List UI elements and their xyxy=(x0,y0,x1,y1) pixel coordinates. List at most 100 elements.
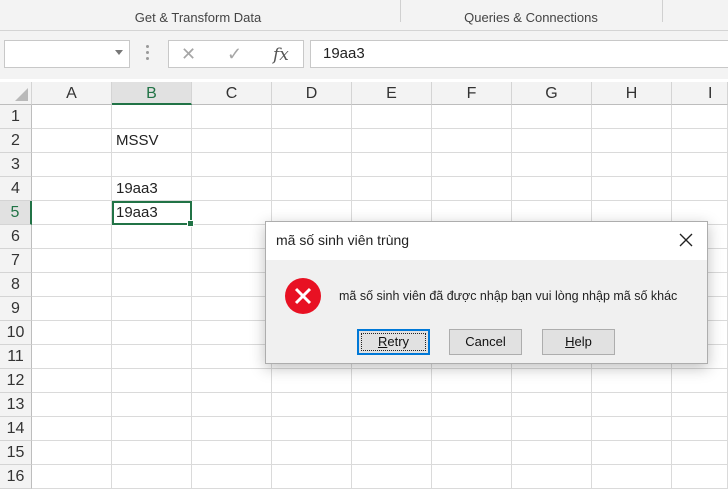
cell-b10[interactable] xyxy=(112,321,192,345)
cell-b7[interactable] xyxy=(112,249,192,273)
cell-a9[interactable] xyxy=(32,297,112,321)
cell-i16[interactable] xyxy=(672,465,728,489)
cell-f13[interactable] xyxy=(432,393,512,417)
cell-c4[interactable] xyxy=(192,177,272,201)
cell-c13[interactable] xyxy=(192,393,272,417)
cell-f16[interactable] xyxy=(432,465,512,489)
cell-d3[interactable] xyxy=(272,153,352,177)
cell-e14[interactable] xyxy=(352,417,432,441)
cell-c10[interactable] xyxy=(192,321,272,345)
row-header-3[interactable]: 3 xyxy=(0,153,32,177)
row-header-11[interactable]: 11 xyxy=(0,345,32,369)
help-button[interactable]: Help xyxy=(542,329,615,355)
cell-c3[interactable] xyxy=(192,153,272,177)
cell-e15[interactable] xyxy=(352,441,432,465)
cell-h14[interactable] xyxy=(592,417,672,441)
cell-e3[interactable] xyxy=(352,153,432,177)
retry-button[interactable]: Retry xyxy=(357,329,430,355)
cell-g12[interactable] xyxy=(512,369,592,393)
cell-g2[interactable] xyxy=(512,129,592,153)
cell-i15[interactable] xyxy=(672,441,728,465)
cell-f2[interactable] xyxy=(432,129,512,153)
row-header-15[interactable]: 15 xyxy=(0,441,32,465)
name-box[interactable] xyxy=(4,40,130,68)
cell-d13[interactable] xyxy=(272,393,352,417)
cell-c11[interactable] xyxy=(192,345,272,369)
cell-b15[interactable] xyxy=(112,441,192,465)
cell-e12[interactable] xyxy=(352,369,432,393)
cell-a14[interactable] xyxy=(32,417,112,441)
cell-b12[interactable] xyxy=(112,369,192,393)
row-header-7[interactable]: 7 xyxy=(0,249,32,273)
column-header-b[interactable]: B xyxy=(112,82,192,105)
select-all-button[interactable] xyxy=(0,82,32,105)
cell-c7[interactable] xyxy=(192,249,272,273)
cell-a11[interactable] xyxy=(32,345,112,369)
cell-a2[interactable] xyxy=(32,129,112,153)
cell-b13[interactable] xyxy=(112,393,192,417)
row-header-9[interactable]: 9 xyxy=(0,297,32,321)
row-header-12[interactable]: 12 xyxy=(0,369,32,393)
cell-b14[interactable] xyxy=(112,417,192,441)
insert-function-icon[interactable]: fx xyxy=(273,45,289,65)
cell-c12[interactable] xyxy=(192,369,272,393)
cell-i1[interactable] xyxy=(672,105,728,129)
cell-h16[interactable] xyxy=(592,465,672,489)
cell-c8[interactable] xyxy=(192,273,272,297)
cell-d4[interactable] xyxy=(272,177,352,201)
formula-input[interactable]: 19aa3 xyxy=(310,40,728,68)
cell-d12[interactable] xyxy=(272,369,352,393)
cell-f3[interactable] xyxy=(432,153,512,177)
cell-c1[interactable] xyxy=(192,105,272,129)
cell-h4[interactable] xyxy=(592,177,672,201)
cell-b4[interactable]: 19aa3 xyxy=(112,177,192,201)
cell-g14[interactable] xyxy=(512,417,592,441)
cell-d2[interactable] xyxy=(272,129,352,153)
cell-f12[interactable] xyxy=(432,369,512,393)
cell-a16[interactable] xyxy=(32,465,112,489)
cell-a10[interactable] xyxy=(32,321,112,345)
cell-h12[interactable] xyxy=(592,369,672,393)
cell-b1[interactable] xyxy=(112,105,192,129)
cell-d14[interactable] xyxy=(272,417,352,441)
cell-g13[interactable] xyxy=(512,393,592,417)
column-header-i[interactable]: I xyxy=(672,82,728,105)
cell-a1[interactable] xyxy=(32,105,112,129)
cell-c6[interactable] xyxy=(192,225,272,249)
cell-b5[interactable]: 19aa3 xyxy=(112,201,194,227)
cell-b2[interactable]: MSSV xyxy=(112,129,192,153)
cell-g4[interactable] xyxy=(512,177,592,201)
confirm-entry-icon[interactable]: ✓ xyxy=(227,44,242,65)
cell-a6[interactable] xyxy=(32,225,112,249)
row-header-13[interactable]: 13 xyxy=(0,393,32,417)
cell-g16[interactable] xyxy=(512,465,592,489)
cell-i3[interactable] xyxy=(672,153,728,177)
cell-a7[interactable] xyxy=(32,249,112,273)
formula-bar-grip-icon[interactable] xyxy=(146,45,150,63)
cell-b3[interactable] xyxy=(112,153,192,177)
cell-i12[interactable] xyxy=(672,369,728,393)
cell-a4[interactable] xyxy=(32,177,112,201)
cell-i4[interactable] xyxy=(672,177,728,201)
close-icon[interactable] xyxy=(677,231,695,249)
cell-b9[interactable] xyxy=(112,297,192,321)
row-header-16[interactable]: 16 xyxy=(0,465,32,489)
cell-a15[interactable] xyxy=(32,441,112,465)
column-header-h[interactable]: H xyxy=(592,82,672,105)
cell-c5[interactable] xyxy=(192,201,272,225)
cell-i14[interactable] xyxy=(672,417,728,441)
column-header-c[interactable]: C xyxy=(192,82,272,105)
cell-g1[interactable] xyxy=(512,105,592,129)
cell-b8[interactable] xyxy=(112,273,192,297)
cell-a8[interactable] xyxy=(32,273,112,297)
name-box-dropdown-icon[interactable] xyxy=(115,50,123,55)
column-header-g[interactable]: G xyxy=(512,82,592,105)
cell-i13[interactable] xyxy=(672,393,728,417)
cell-e4[interactable] xyxy=(352,177,432,201)
cell-b11[interactable] xyxy=(112,345,192,369)
row-header-10[interactable]: 10 xyxy=(0,321,32,345)
row-header-14[interactable]: 14 xyxy=(0,417,32,441)
cell-g15[interactable] xyxy=(512,441,592,465)
cell-b6[interactable] xyxy=(112,225,192,249)
cancel-button[interactable]: Cancel xyxy=(449,329,522,355)
